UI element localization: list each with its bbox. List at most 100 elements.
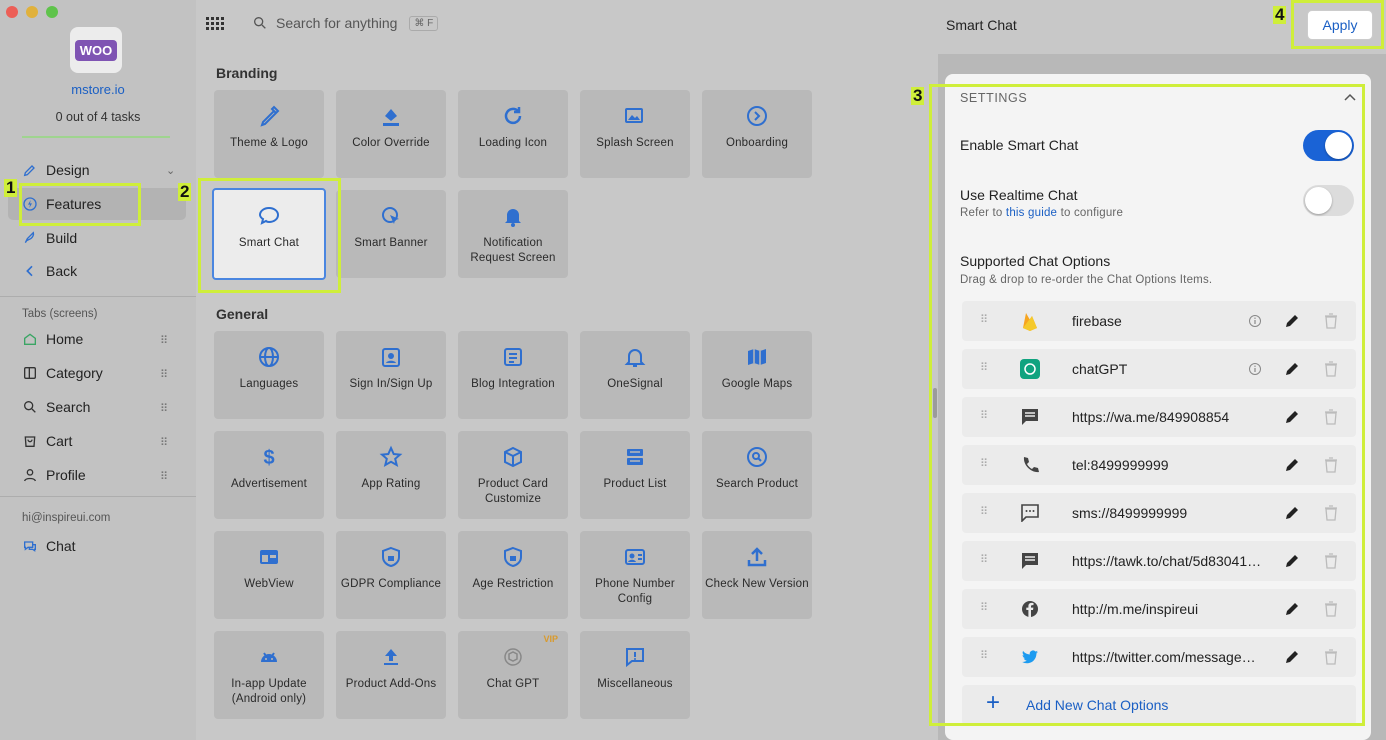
arrow-circle-icon: [747, 106, 767, 126]
card-label: Notification Request Screen: [470, 237, 556, 264]
nav-back[interactable]: Back: [22, 263, 77, 279]
card-product-addons[interactable]: Product Add-Ons: [336, 631, 446, 719]
card-blog-integration[interactable]: Blog Integration: [458, 331, 568, 419]
card-miscellaneous[interactable]: Miscellaneous: [580, 631, 690, 719]
minimize-window-button[interactable]: [26, 6, 38, 18]
drag-handle-icon[interactable]: ⠿: [160, 334, 168, 347]
card-theme-logo[interactable]: Theme & Logo: [214, 90, 324, 178]
drag-handle-icon[interactable]: ⠿: [160, 470, 168, 483]
article-icon: [504, 348, 522, 366]
window-controls: [6, 6, 58, 18]
tab-home[interactable]: Home: [22, 331, 83, 347]
store-logo: WOO: [70, 27, 122, 73]
search-shortcut: ⌘ F: [409, 15, 439, 31]
drag-handle-icon[interactable]: ⠿: [160, 436, 168, 449]
brush-icon: [23, 165, 35, 177]
card-color-override[interactable]: Color Override: [336, 90, 446, 178]
star-icon: [379, 445, 403, 467]
card-label: Splash Screen: [596, 137, 674, 149]
openai-icon: [504, 648, 522, 666]
card-app-rating[interactable]: App Rating: [336, 431, 446, 519]
dollar-icon: $: [263, 447, 274, 469]
card-webview[interactable]: WebView: [214, 531, 324, 619]
card-languages[interactable]: Languages: [214, 331, 324, 419]
card-label: App Rating: [361, 478, 421, 490]
card-label: GDPR Compliance: [340, 578, 442, 590]
bell-outline-icon: [624, 349, 646, 367]
drag-handle-icon[interactable]: ⠿: [160, 402, 168, 415]
id-badge-icon: [382, 348, 400, 367]
cube-icon: [504, 446, 522, 468]
card-phone-number[interactable]: Phone Number Config: [580, 531, 690, 619]
search-circle-icon: [747, 447, 767, 467]
image-icon: [625, 108, 643, 123]
tab-category[interactable]: Category: [22, 365, 103, 381]
card-age-restriction[interactable]: Age Restriction: [458, 531, 568, 619]
card-label: Smart Banner: [354, 237, 428, 249]
annotation-badge-3: 3: [911, 86, 925, 105]
card-product-card[interactable]: Product Card Customize: [458, 431, 568, 519]
tab-profile-label: Profile: [46, 467, 86, 483]
search-icon: [23, 401, 36, 413]
card-check-version[interactable]: Check New Version: [702, 531, 812, 619]
tab-cart[interactable]: Cart: [22, 433, 72, 449]
card-chat-gpt[interactable]: VIP Chat GPT: [458, 631, 568, 719]
tab-category-label: Category: [46, 365, 103, 381]
annotation-box-1: [19, 183, 141, 226]
card-smart-banner[interactable]: Smart Banner: [336, 190, 446, 278]
card-google-maps[interactable]: Google Maps: [702, 331, 812, 419]
tab-profile[interactable]: Profile: [22, 467, 86, 483]
sidebar-divider: [0, 496, 196, 497]
card-product-list[interactable]: Product List: [580, 431, 690, 519]
card-label: In-app Update (Android only): [231, 678, 307, 705]
nav-chat[interactable]: Chat: [22, 538, 76, 554]
list-icon: [627, 449, 643, 465]
apps-grid-icon[interactable]: [206, 17, 224, 33]
search-icon: [254, 16, 266, 29]
support-email: hi@inspireui.com: [22, 512, 111, 524]
general-title: General: [216, 306, 269, 322]
nav-design[interactable]: Design: [22, 162, 90, 178]
tab-cart-label: Cart: [46, 433, 73, 449]
card-label: Product Card Customize: [477, 478, 549, 505]
chevron-left-icon: [26, 265, 33, 277]
annotation-box-3: [929, 84, 1365, 726]
tab-home-label: Home: [46, 331, 84, 347]
contact-card-icon: [625, 549, 645, 565]
maximize-window-button[interactable]: [46, 6, 58, 18]
card-in-app-update[interactable]: In-app Update (Android only): [214, 631, 324, 719]
tasks-progress-text: 0 out of 4 tasks: [55, 110, 141, 124]
tabs-section-label: Tabs (screens): [22, 308, 98, 320]
card-label: OneSignal: [607, 378, 663, 390]
card-label: Color Override: [352, 137, 430, 149]
chevron-down-icon: ⌄: [166, 165, 176, 177]
tab-search[interactable]: Search: [22, 399, 90, 415]
browser-window-icon: [260, 550, 278, 564]
store-link[interactable]: mstore.io: [0, 82, 196, 97]
card-advertisement[interactable]: $ Advertisement: [214, 431, 324, 519]
close-window-button[interactable]: [6, 6, 18, 18]
paint-bucket-icon: [383, 109, 399, 126]
card-gdpr[interactable]: GDPR Compliance: [336, 531, 446, 619]
cart-icon: [24, 436, 36, 447]
vip-badge: VIP: [543, 634, 558, 644]
search-bar[interactable]: Search for anything ⌘ F: [252, 15, 439, 31]
tasks-progress-bar: [22, 136, 170, 138]
nav-build[interactable]: Build: [22, 230, 77, 246]
card-notification-request[interactable]: Notification Request Screen: [458, 190, 568, 278]
card-onboarding[interactable]: Onboarding: [702, 90, 812, 178]
nav-design-label: Design: [46, 162, 90, 178]
card-label: Chat GPT: [486, 678, 540, 690]
card-label: Search Product: [715, 478, 799, 490]
card-loading-icon[interactable]: Loading Icon: [458, 90, 568, 178]
card-search-product[interactable]: Search Product: [702, 431, 812, 519]
nav-build-label: Build: [46, 230, 78, 246]
card-sign-in[interactable]: Sign In/Sign Up: [336, 331, 446, 419]
woo-logo-text: WOO: [74, 39, 118, 61]
card-label: Check New Version: [705, 578, 809, 590]
cursor-click-icon: [382, 207, 399, 224]
card-onesignal[interactable]: OneSignal: [580, 331, 690, 419]
card-splash-screen[interactable]: Splash Screen: [580, 90, 690, 178]
card-label: Phone Number Config: [595, 578, 675, 605]
drag-handle-icon[interactable]: ⠿: [160, 368, 168, 381]
